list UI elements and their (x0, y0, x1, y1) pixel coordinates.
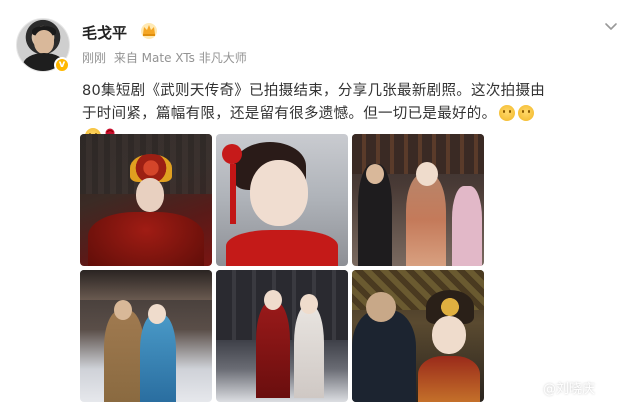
photo-thumbnail[interactable] (216, 134, 348, 266)
photo-thumbnail[interactable] (352, 134, 484, 266)
crown-icon (141, 23, 157, 39)
smile-emoji-icon (499, 105, 516, 121)
post-text: 80集短剧《武则天传奇》已拍摄结束，分享几张最新剧照。这次拍摄由于时间紧，篇幅有… (82, 83, 546, 122)
smile-emoji-icon (518, 105, 535, 121)
post-meta: 刚刚 来自 Mate XTs 非凡大师 (82, 49, 251, 66)
photo-thumbnail[interactable] (80, 134, 212, 266)
verified-badge-icon: v (54, 57, 70, 73)
post-source: 来自 Mate XTs 非凡大师 (113, 51, 247, 65)
watermark-text: @刘晓庆 (543, 382, 596, 397)
photo-thumbnail[interactable] (352, 270, 484, 402)
chevron-down-icon[interactable] (603, 18, 619, 34)
photo-grid (80, 134, 484, 402)
weibo-post: v 毛戈平 刚刚 来自 Mate XTs 非凡大师 80集短剧《武则天传奇》已拍… (0, 0, 633, 406)
post-time[interactable]: 刚刚 (82, 51, 106, 65)
photo-thumbnail[interactable] (216, 270, 348, 402)
photo-thumbnail[interactable] (80, 270, 212, 402)
author-name[interactable]: 毛戈平 (82, 22, 127, 43)
weibo-logo-icon (524, 379, 541, 394)
